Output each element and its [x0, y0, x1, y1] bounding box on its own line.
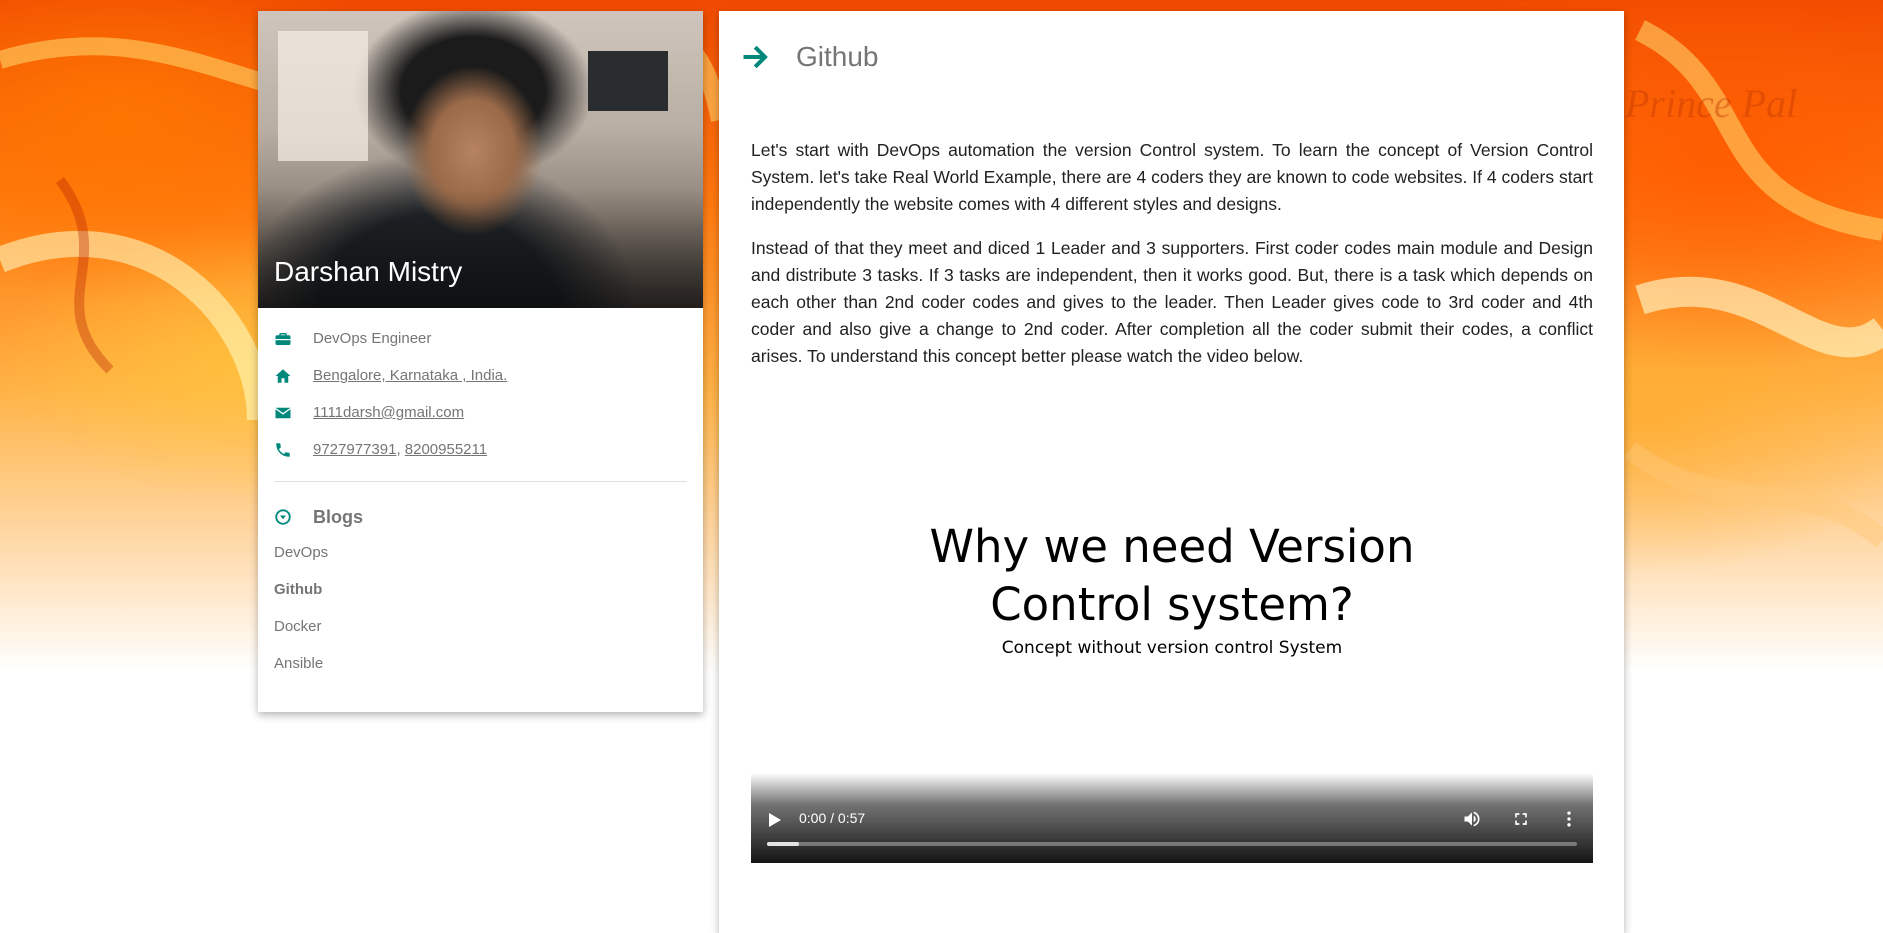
- blog-item-ansible[interactable]: Ansible: [274, 645, 687, 682]
- article-paragraph-1: Let's start with DevOps automation the v…: [751, 140, 1593, 214]
- profile-email-row: 1111darsh@gmail.com: [274, 394, 687, 431]
- video-player[interactable]: Why we need Version Control system? Conc…: [751, 406, 1593, 863]
- circle-down-icon: [275, 509, 291, 525]
- home-icon: [275, 368, 291, 383]
- envelope-icon: [275, 407, 291, 418]
- video-slide-subtitle: Concept without version control System: [1001, 638, 1343, 658]
- briefcase-icon: [275, 332, 291, 345]
- article-paragraph-2: Instead of that they meet and diced 1 Le…: [751, 238, 1593, 366]
- play-icon[interactable]: [767, 811, 783, 829]
- profile-location-row: Bengalore, Karnataka , India.: [274, 357, 687, 394]
- profile-card: Darshan Mistry DevOps Engineer Bengalore…: [258, 11, 703, 712]
- blog-item-github[interactable]: Github: [274, 571, 687, 608]
- blog-list: DevOps Github Docker Ansible: [274, 534, 687, 682]
- profile-phone-link-1[interactable]: 9727977391: [313, 441, 396, 458]
- blog-item-devops[interactable]: DevOps: [274, 534, 687, 571]
- profile-info: DevOps Engineer Bengalore, Karnataka , I…: [258, 308, 703, 682]
- blogs-title: Blogs: [313, 506, 364, 527]
- phone-separator: ,: [396, 441, 401, 458]
- profile-phone-link-2[interactable]: 8200955211: [405, 441, 487, 458]
- article-title: Github: [796, 41, 879, 72]
- profile-role: DevOps Engineer: [313, 330, 432, 347]
- profile-role-row: DevOps Engineer: [274, 320, 687, 357]
- profile-name: Darshan Mistry: [274, 256, 463, 287]
- video-controls: 0:00 / 0:57: [751, 773, 1593, 863]
- profile-phone-row: 9727977391, 8200955211: [274, 431, 687, 468]
- phone-icon: [276, 442, 290, 457]
- background-watermark: Prince Pal: [1625, 81, 1798, 126]
- profile-email-link[interactable]: 1111darsh@gmail.com: [313, 404, 464, 421]
- video-progress-buffered: [767, 842, 800, 846]
- video-time: 0:00 / 0:57: [799, 810, 866, 826]
- blog-item-docker[interactable]: Docker: [274, 608, 687, 645]
- profile-location-link[interactable]: Bengalore, Karnataka , India.: [313, 367, 507, 384]
- video-progress-bar[interactable]: [767, 842, 1577, 846]
- content-header: Github: [741, 41, 879, 73]
- fullscreen-icon[interactable]: [1511, 809, 1531, 829]
- more-vertical-icon[interactable]: [1559, 809, 1579, 829]
- profile-divider: [274, 481, 687, 482]
- content-card: Github Let's start with DevOps automatio…: [719, 11, 1624, 933]
- profile-photo: Darshan Mistry: [258, 11, 703, 308]
- arrow-right-icon: [743, 45, 768, 69]
- volume-icon[interactable]: [1462, 809, 1482, 829]
- video-slide-title: Why we need Version Control system?: [929, 520, 1415, 631]
- blogs-heading: Blogs: [274, 500, 687, 534]
